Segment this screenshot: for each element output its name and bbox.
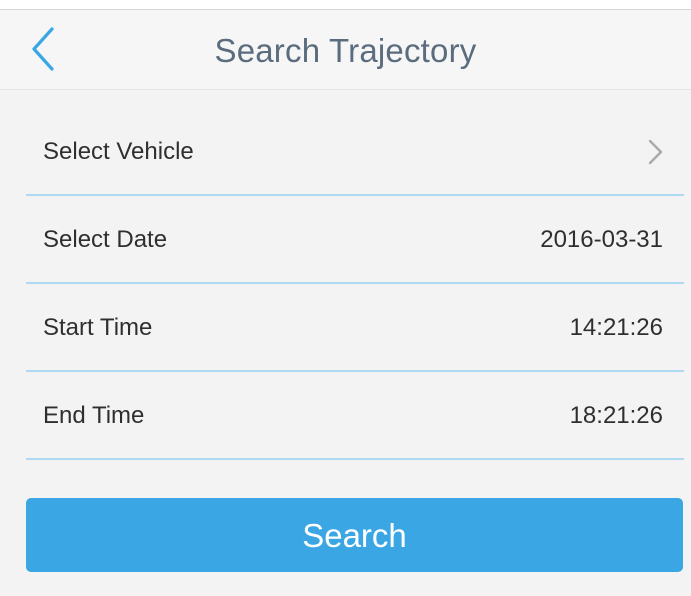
start-time-label: Start Time — [43, 314, 153, 341]
end-time-label: End Time — [43, 402, 145, 429]
start-time-value: 14:21:26 — [569, 314, 663, 341]
end-time-row[interactable]: End Time 18:21:26 — [26, 372, 684, 460]
trajectory-form: Select Vehicle Select Date 2016-03-31 St… — [26, 108, 684, 460]
select-date-label: Select Date — [43, 226, 168, 253]
chevron-right-icon — [648, 139, 663, 165]
select-date-value: 2016-03-31 — [540, 226, 663, 253]
end-time-value: 18:21:26 — [569, 402, 663, 429]
select-vehicle-row[interactable]: Select Vehicle — [26, 108, 684, 196]
page-title: Search Trajectory — [214, 32, 477, 69]
select-vehicle-label: Select Vehicle — [43, 138, 194, 165]
navigation-bar: Search Trajectory — [0, 10, 691, 90]
status-bar-strip — [0, 0, 691, 10]
select-date-row[interactable]: Select Date 2016-03-31 — [26, 196, 684, 284]
start-time-row[interactable]: Start Time 14:21:26 — [26, 284, 684, 372]
search-button[interactable]: Search — [26, 498, 683, 572]
